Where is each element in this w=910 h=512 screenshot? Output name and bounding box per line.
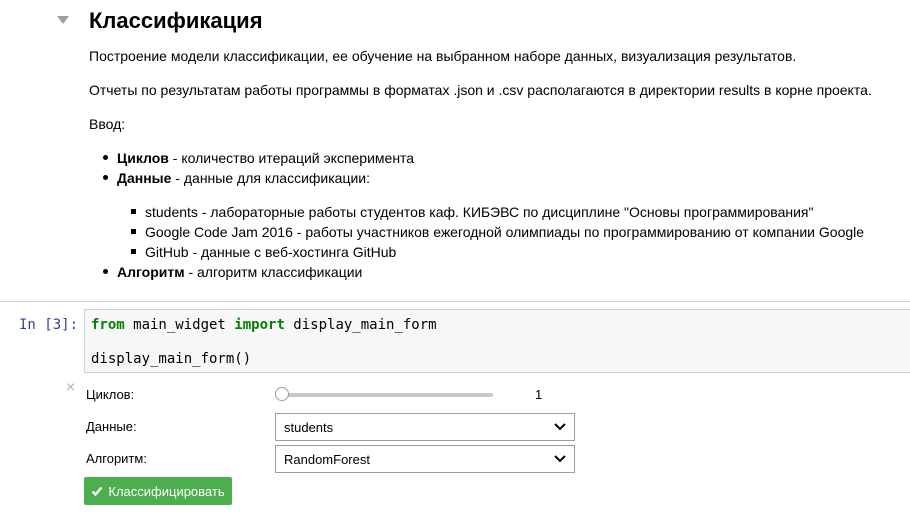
code-text: display_main_form (284, 317, 437, 333)
list-item: Данные - данные для классификации: (103, 168, 414, 188)
input-label: Ввод: (89, 116, 126, 132)
bullet-icon (103, 155, 108, 160)
algorithm-label: Алгоритм: (86, 451, 147, 466)
dataset-item: students - лабораторные работы студентов… (145, 204, 814, 220)
code-keyword: import (234, 317, 285, 333)
classify-button-label: Классифицировать (108, 483, 225, 499)
bullet-icon (103, 175, 108, 180)
dataset-item: Google Code Jam 2016 - работы участников… (145, 224, 865, 240)
param-desc: - алгоритм классификации (184, 264, 363, 280)
param-term: Алгоритм (117, 264, 185, 280)
code-editor[interactable]: from main_widget import display_main_for… (84, 309, 910, 373)
section-heading: Классификация (89, 8, 263, 33)
chevron-down-icon (554, 455, 566, 463)
code-line: from main_widget import display_main_for… (91, 316, 437, 334)
input-prompt: In [3]: (19, 317, 79, 333)
list-item: Google Code Jam 2016 - работы участников… (131, 222, 865, 242)
bullet-icon (131, 209, 136, 214)
param-term: Циклов (117, 150, 169, 166)
dataset-item: GitHub - данные с веб-хостинга GitHub (145, 244, 397, 260)
data-label: Данные: (86, 419, 137, 434)
code-text: main_widget (124, 317, 235, 333)
list-item: students - лабораторные работы студентов… (131, 202, 864, 222)
collapse-triangle-icon[interactable] (56, 15, 70, 25)
param-desc: - данные для классификации: (171, 170, 370, 186)
bullet-icon (131, 229, 136, 234)
algorithm-select[interactable]: RandomForest (275, 445, 575, 473)
data-select[interactable]: students (275, 413, 575, 441)
list-item: Циклов - количество итераций эксперимент… (103, 148, 415, 168)
check-icon (92, 486, 103, 497)
bullet-icon (103, 269, 108, 274)
param-list: Циклов - количество итераций эксперимент… (103, 148, 415, 188)
code-keyword: from (91, 317, 125, 333)
list-item: GitHub - данные с веб-хостинга GitHub (131, 242, 864, 262)
classify-button[interactable]: Классифицировать (84, 477, 232, 505)
cycles-slider-track[interactable] (282, 393, 493, 397)
close-icon[interactable]: × (66, 380, 75, 396)
reports-paragraph: Отчеты по результатам работы программы в… (89, 82, 872, 98)
cycles-label: Циклов: (86, 387, 135, 402)
dataset-list: students - лабораторные работы студентов… (131, 202, 865, 262)
algorithm-select-value: RandomForest (284, 452, 370, 467)
param-term: Данные (117, 170, 172, 186)
code-line: display_main_form() (91, 351, 252, 367)
cell-divider (0, 301, 910, 302)
bullet-icon (131, 249, 136, 254)
cycles-slider-handle[interactable] (275, 387, 289, 401)
cycles-value: 1 (535, 387, 543, 402)
data-select-value: students (284, 420, 334, 435)
chevron-down-icon (554, 423, 566, 431)
param-list: Алгоритм - алгоритм классификации (103, 262, 363, 282)
intro-paragraph: Построение модели классификации, ее обуч… (89, 48, 797, 64)
param-desc: - количество итераций эксперимента (168, 150, 415, 166)
list-item: Алгоритм - алгоритм классификации (103, 262, 363, 282)
